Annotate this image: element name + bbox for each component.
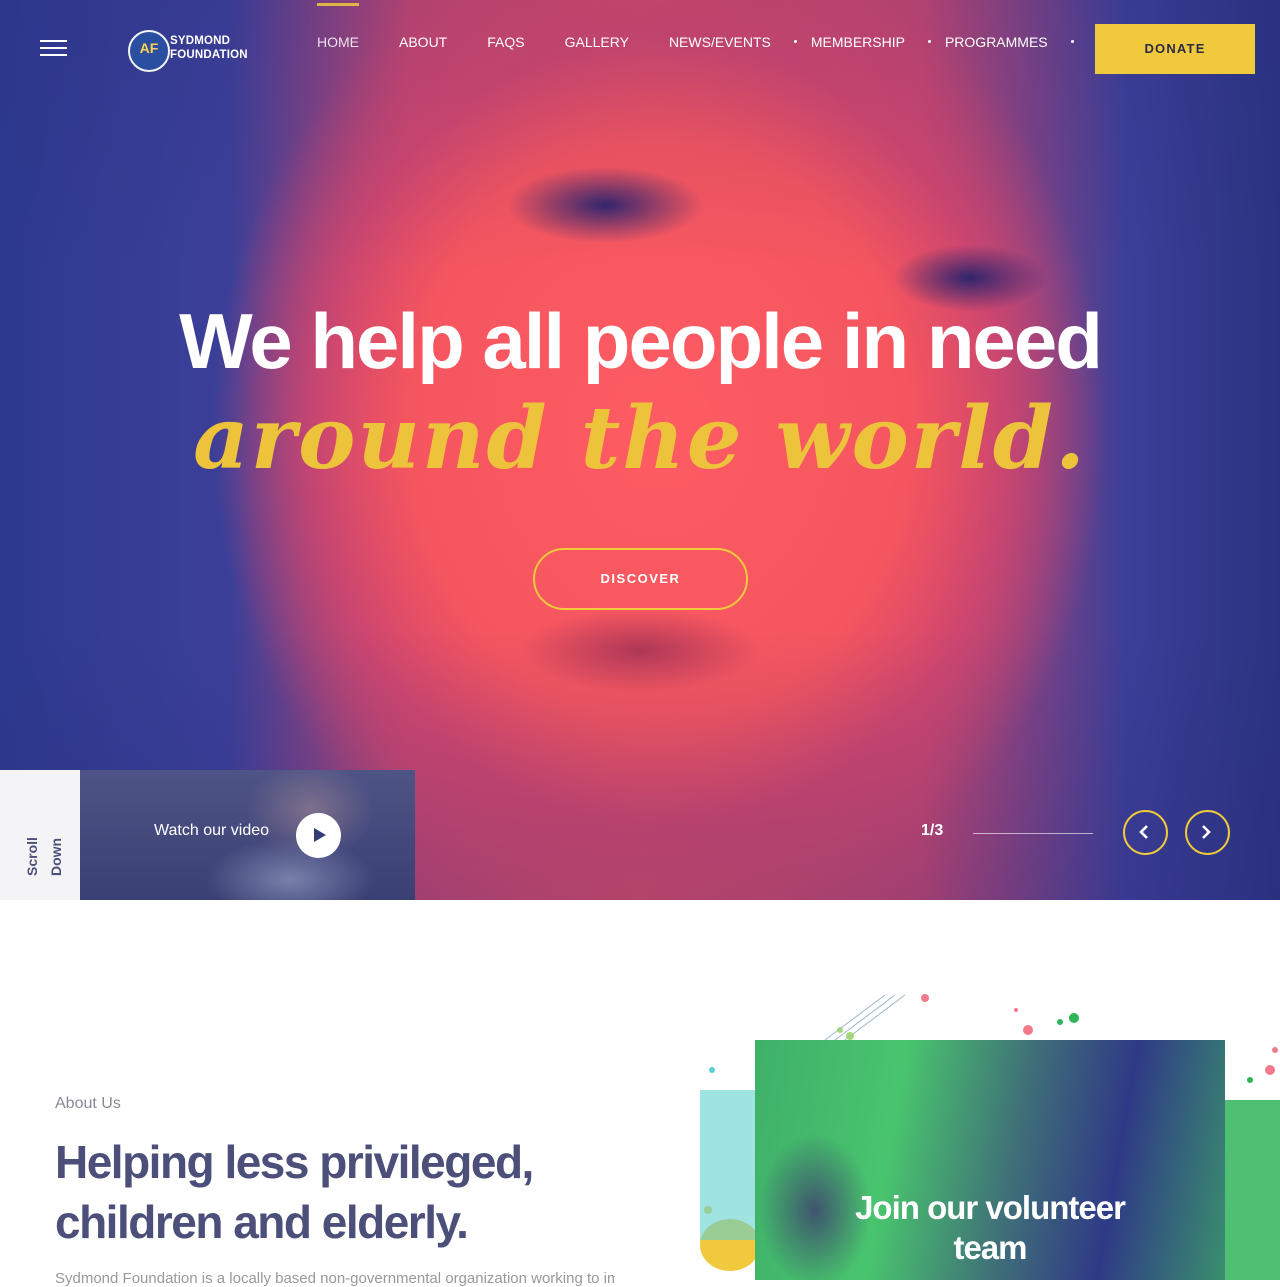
nav-news-events[interactable]: NEWS/EVENTS: [668, 0, 797, 84]
nav-news-events-label: NEWS/EVENTS: [668, 34, 771, 50]
scroll-down-label: Scroll Down: [20, 766, 80, 876]
logo-emblem: AF: [128, 30, 170, 72]
scroll-label-line2: Down: [48, 837, 64, 876]
about-title-line2: children and elderly.: [55, 1196, 469, 1248]
nav-faqs[interactable]: FAQS: [487, 0, 524, 84]
about-kicker: About Us: [55, 1095, 121, 1112]
about-title-line1: Helping less privileged,: [55, 1136, 534, 1188]
nav-membership-label: MEMBERSHIP: [810, 34, 905, 50]
about-body-text: Sydmond Foundation is a locally based no…: [55, 1270, 615, 1287]
nav-programmes[interactable]: PROGRAMMES: [944, 0, 1074, 84]
scroll-down[interactable]: Scroll Down: [0, 770, 80, 900]
dropdown-dot-icon: [1070, 40, 1074, 43]
play-icon[interactable]: [296, 813, 341, 858]
menu-icon[interactable]: [40, 40, 67, 58]
slide-progress-line: [973, 833, 1093, 834]
nav-about[interactable]: ABOUT: [399, 0, 447, 84]
slider-next-button[interactable]: [1185, 810, 1230, 855]
logo-text-line2: FOUNDATION: [170, 49, 248, 61]
donate-button[interactable]: DONATE: [1095, 24, 1255, 74]
scroll-label-line1: Scroll: [24, 837, 40, 876]
discover-button[interactable]: DISCOVER: [533, 548, 748, 610]
watch-video-panel[interactable]: Watch our video: [80, 770, 415, 900]
volunteer-title-line2: team: [953, 1229, 1027, 1266]
volunteer-title: Join our volunteer team: [755, 1188, 1225, 1268]
chevron-left-icon: [1139, 825, 1148, 839]
nav-programmes-label: PROGRAMMES: [944, 34, 1048, 50]
volunteer-title-line1: Join our volunteer: [855, 1189, 1126, 1226]
nav-gallery[interactable]: GALLERY: [565, 0, 629, 84]
dropdown-dot-icon: [927, 40, 931, 43]
logo-text-line1: SYDMOND: [170, 35, 231, 47]
slide-counter: 1/3: [921, 822, 944, 839]
logo-mark: AF: [139, 40, 159, 56]
chevron-right-icon: [1202, 825, 1211, 839]
watch-video-label: Watch our video: [154, 822, 270, 839]
hero-script-headline: around the world.: [193, 388, 1087, 489]
logo[interactable]: AF SYDMOND FOUNDATION: [128, 30, 258, 72]
logo-text: SYDMOND FOUNDATION: [170, 34, 248, 62]
about-title: Helping less privileged, children and el…: [55, 1132, 655, 1252]
hero-headline: We help all people in need: [179, 297, 1103, 385]
main-nav: HOME ABOUT FAQS GALLERY NEWS/EVENTS MEMB…: [317, 0, 1088, 84]
dropdown-dot-icon: [793, 40, 797, 43]
slider-prev-button[interactable]: [1123, 810, 1168, 855]
nav-home[interactable]: HOME: [317, 0, 359, 84]
nav-membership[interactable]: MEMBERSHIP: [810, 0, 931, 84]
volunteer-card[interactable]: Join our volunteer team: [755, 1040, 1225, 1280]
